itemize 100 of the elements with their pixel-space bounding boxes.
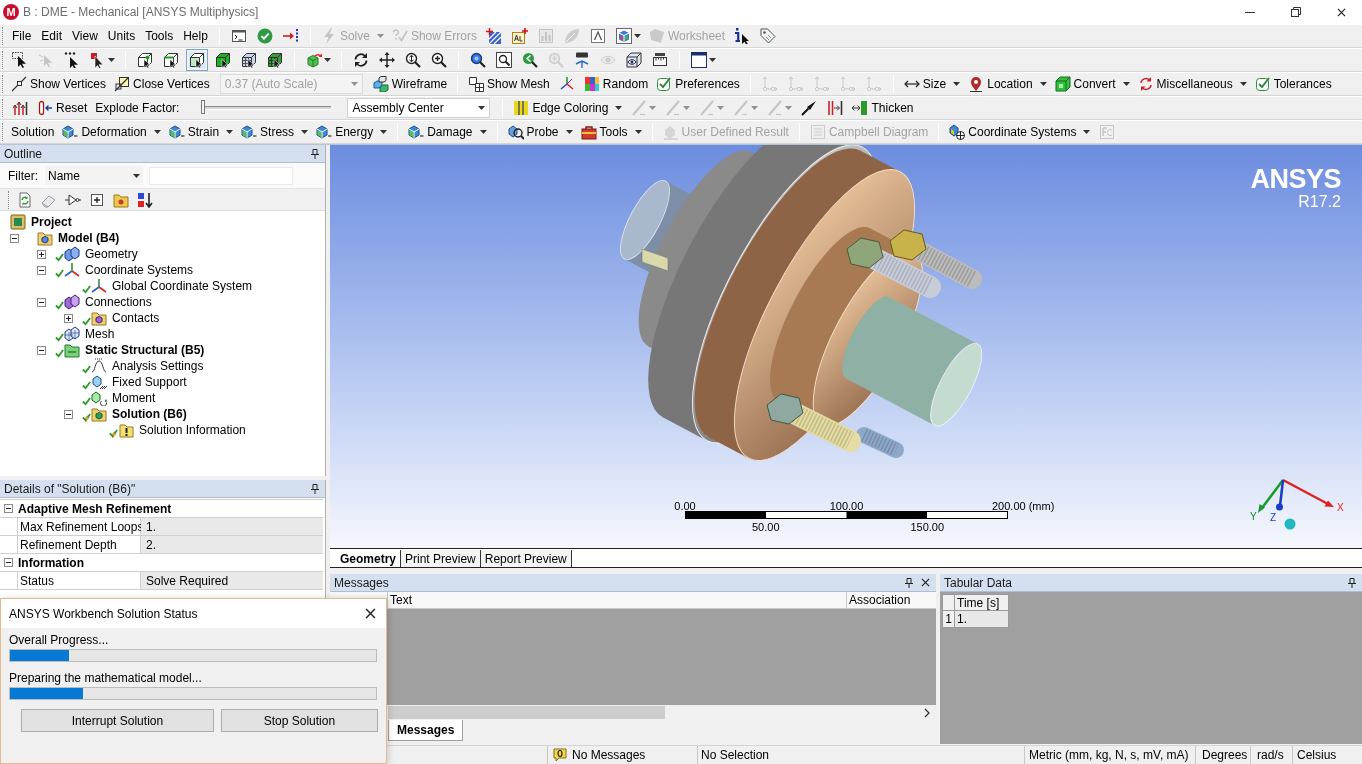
toolbar-button[interactable]: Tools: [576, 121, 646, 143]
caret-icon[interactable]: [108, 58, 115, 62]
view-tab[interactable]: Print Preview: [401, 550, 481, 567]
close-icon[interactable]: [365, 608, 376, 619]
minus-box-icon[interactable]: [4, 558, 13, 567]
tree-item[interactable]: Static Structural (B5): [85, 341, 205, 359]
ruler-icon[interactable]: [652, 52, 668, 68]
toolbar-button[interactable]: Edge Coloring: [509, 97, 627, 119]
zoom-fit-icon[interactable]: [470, 52, 486, 68]
triad-icon[interactable]: [558, 76, 575, 92]
tree-item[interactable]: Moment: [112, 389, 156, 407]
toolbar-button[interactable]: Damage: [404, 121, 491, 143]
tree-item[interactable]: Fixed Support: [112, 373, 187, 391]
plus-box-icon[interactable]: [89, 191, 105, 208]
cube-arrow-icon[interactable]: [306, 52, 322, 68]
view-tab[interactable]: Report Preview: [480, 550, 572, 567]
toolbar-button[interactable]: Size: [899, 73, 965, 95]
toolbar-button[interactable]: Show Vertices: [7, 73, 111, 95]
menu-item[interactable]: View: [67, 26, 103, 46]
plus-box-icon[interactable]: [37, 249, 46, 259]
toolbar-button[interactable]: Miscellaneous: [1133, 73, 1251, 95]
plus-box-icon[interactable]: [64, 313, 73, 323]
menu-item[interactable]: File: [7, 26, 37, 46]
refresh-icon[interactable]: [17, 191, 33, 208]
minus-box-icon[interactable]: [37, 265, 46, 275]
tree-item[interactable]: Connections: [85, 293, 152, 311]
toolbar-button[interactable]: Tolerances: [1250, 73, 1336, 95]
text-plus-icon[interactable]: [511, 28, 528, 44]
column-header[interactable]: Time [s]: [955, 594, 1009, 611]
bars-arrow-icon[interactable]: [827, 100, 844, 116]
tree-item[interactable]: Global Coordinate System: [112, 277, 253, 295]
pin-icon[interactable]: [1348, 577, 1356, 588]
restore-icon[interactable]: [1291, 7, 1301, 17]
pin-arrow-icon[interactable]: [801, 100, 818, 116]
folder-icon[interactable]: [113, 191, 129, 208]
panel-tab[interactable]: Messages: [388, 720, 464, 741]
rotate-icon[interactable]: [353, 52, 369, 68]
xyz-cursor-icon[interactable]: [64, 52, 80, 68]
edge-select-icon[interactable]: [163, 52, 179, 68]
toolbar-button[interactable]: Deformation: [58, 121, 165, 143]
cursor-square-icon[interactable]: [90, 52, 106, 68]
zoom-icon[interactable]: [405, 52, 421, 68]
filter-dropdown[interactable]: Name: [45, 166, 143, 185]
tree-item[interactable]: Geometry: [85, 245, 138, 263]
caret-icon[interactable]: [633, 34, 641, 38]
toolbar-button[interactable]: Stress: [237, 121, 313, 143]
cube-eye-icon[interactable]: [626, 52, 642, 68]
menu-item[interactable]: Help: [178, 26, 213, 46]
toolbar-button[interactable]: Coordinate Systems: [945, 121, 1095, 143]
tree-item[interactable]: Solution Information: [139, 421, 246, 439]
toolbar-button[interactable]: Probe: [503, 121, 577, 143]
menu-item[interactable]: Units: [102, 26, 141, 46]
toolbar-button[interactable]: Show Mesh: [464, 73, 554, 95]
tree-item[interactable]: Solution (B6): [112, 405, 187, 423]
minus-box-icon[interactable]: [64, 409, 73, 419]
toolbar-button[interactable]: Reset: [33, 97, 92, 119]
explode-icon[interactable]: [12, 100, 28, 116]
tree-item[interactable]: Model (B4): [58, 229, 120, 247]
menu-item[interactable]: Edit: [36, 26, 68, 46]
connector-icon[interactable]: [65, 191, 81, 208]
scrollbar-thumb[interactable]: [388, 706, 665, 719]
tree-item[interactable]: Project: [31, 213, 72, 231]
window-icon[interactable]: [691, 52, 707, 68]
hatched-frame-icon[interactable]: [485, 28, 502, 44]
body-select-icon[interactable]: [215, 52, 231, 68]
toolbar-button[interactable]: Convert: [1050, 73, 1134, 95]
dropdown-field[interactable]: Assembly Center: [347, 98, 491, 118]
toolbar-button[interactable]: Close Vertices: [110, 73, 214, 95]
tree-item[interactable]: Analysis Settings: [112, 357, 204, 375]
toolbar-button[interactable]: Energy: [312, 121, 392, 143]
face-select-icon[interactable]: [189, 52, 205, 68]
column-header[interactable]: Association: [846, 592, 936, 608]
pin-icon[interactable]: [905, 577, 913, 588]
slider-thumb[interactable]: [201, 100, 206, 114]
check-circle-icon[interactable]: [256, 28, 273, 44]
tree-item[interactable]: Coordinate Systems: [85, 261, 194, 279]
toolbar-button[interactable]: Wireframe: [368, 73, 452, 95]
minus-box-icon[interactable]: [4, 504, 13, 513]
toolbar-button[interactable]: Preferences: [652, 73, 744, 95]
chevron-right-icon[interactable]: [924, 708, 930, 718]
pin-icon[interactable]: [311, 148, 319, 159]
tree-item[interactable]: Mesh: [85, 325, 115, 343]
command-prompt-icon[interactable]: [230, 28, 247, 44]
zoom-back-icon[interactable]: [522, 52, 538, 68]
minus-box-icon[interactable]: [37, 345, 46, 355]
node-select-icon[interactable]: [241, 52, 257, 68]
sort-icon[interactable]: [137, 191, 153, 208]
minus-box-icon[interactable]: [10, 233, 19, 243]
close-icon[interactable]: [1337, 7, 1346, 17]
element-select-icon[interactable]: [267, 52, 283, 68]
dialog-button[interactable]: Interrupt Solution: [21, 709, 214, 732]
zoom-in-icon[interactable]: [431, 52, 447, 68]
caret-icon[interactable]: [324, 58, 331, 62]
toolbar-button[interactable]: Strain: [164, 121, 238, 143]
menu-item[interactable]: Tools: [140, 26, 179, 46]
color-cube-icon[interactable]: [615, 28, 632, 44]
pan-icon[interactable]: [379, 52, 395, 68]
toolbar-button[interactable]: Thicken: [848, 97, 918, 119]
vertex-select-icon[interactable]: [137, 52, 153, 68]
tree-item[interactable]: Contacts: [112, 309, 160, 327]
